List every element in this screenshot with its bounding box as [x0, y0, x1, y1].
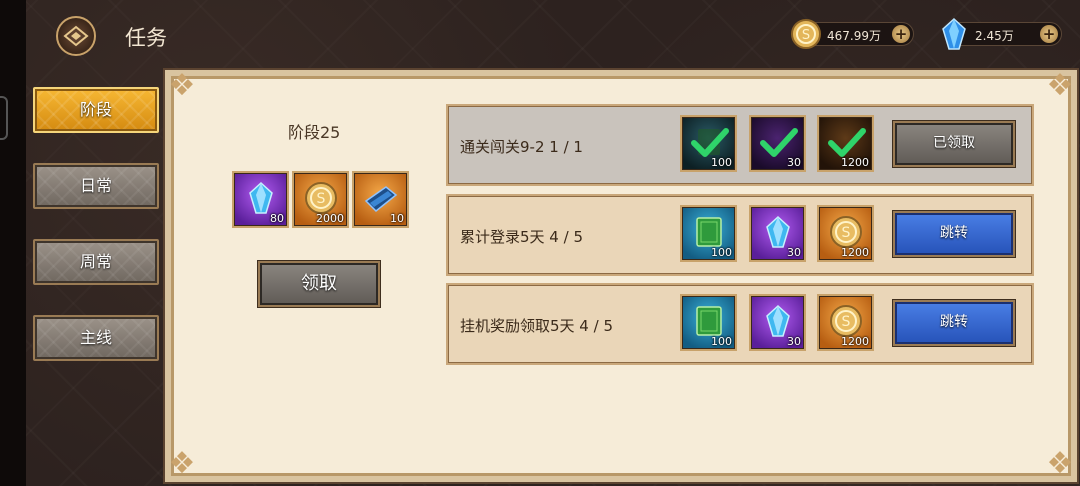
back-arrow-icon: [63, 25, 89, 47]
page-title: 任务: [125, 26, 167, 50]
quest-reward-item[interactable]: 100: [680, 205, 737, 262]
gold-currency-bar: S 467.99万 +: [791, 19, 914, 49]
gold-amount: 467.99万: [827, 29, 881, 43]
corner-ornament: ❖: [168, 68, 196, 103]
quest-description: 挂机奖励领取5天 4 / 5: [460, 317, 613, 335]
corner-ornament: ❖: [168, 446, 196, 481]
tab-main[interactable]: 主线: [33, 315, 159, 361]
stage-reward-item[interactable]: 10: [352, 171, 409, 228]
claimed-button[interactable]: 已领取: [893, 121, 1015, 167]
tab-stage[interactable]: 阶段: [33, 87, 159, 133]
gold-coin-icon: S: [791, 19, 821, 49]
jump-button[interactable]: 跳转: [893, 300, 1015, 346]
tab-weekly[interactable]: 周常: [33, 239, 159, 285]
item-quantity: 30: [787, 246, 801, 259]
jump-button[interactable]: 跳转: [893, 211, 1015, 257]
quest-reward-item[interactable]: 30: [749, 205, 806, 262]
gem-currency-bar: 2.45万 +: [942, 17, 1062, 50]
quest-reward-item[interactable]: 100: [680, 115, 737, 172]
quest-description: 累计登录5天 4 / 5: [460, 228, 583, 246]
blue-crystal-icon: [942, 17, 966, 50]
stage-title: 阶段25: [288, 123, 341, 142]
item-quantity: 1200: [841, 335, 869, 348]
quest-reward-item[interactable]: 100: [680, 294, 737, 351]
gem-amount: 2.45万: [975, 29, 1014, 43]
item-quantity: 80: [270, 212, 284, 225]
item-quantity: 100: [711, 156, 732, 169]
item-quantity: 30: [787, 335, 801, 348]
quest-reward-item[interactable]: S 1200: [817, 294, 874, 351]
quest-reward-item[interactable]: 30: [749, 115, 806, 172]
quest-description: 通关闯关9-2 1 / 1: [460, 138, 583, 156]
add-gem-button[interactable]: +: [1040, 25, 1058, 43]
svg-text:S: S: [802, 28, 810, 43]
item-quantity: 100: [711, 335, 732, 348]
svg-text:S: S: [842, 225, 851, 241]
tab-daily[interactable]: 日常: [33, 163, 159, 209]
back-button[interactable]: [56, 16, 96, 56]
item-quantity: 30: [787, 156, 801, 169]
item-quantity: 100: [711, 246, 732, 259]
notch: [0, 96, 8, 140]
item-quantity: 1200: [841, 156, 869, 169]
item-quantity: 10: [390, 212, 404, 225]
quest-reward-item[interactable]: 30: [749, 294, 806, 351]
item-quantity: 2000: [316, 212, 344, 225]
svg-text:S: S: [317, 191, 326, 207]
screen-edge: [0, 0, 26, 486]
claim-stage-button[interactable]: 领取: [258, 261, 380, 307]
quest-reward-item[interactable]: 1200: [817, 115, 874, 172]
quest-reward-item[interactable]: S 1200: [817, 205, 874, 262]
corner-ornament: ❖: [1046, 68, 1074, 103]
add-gold-button[interactable]: +: [892, 25, 910, 43]
svg-text:S: S: [842, 314, 851, 330]
stage-reward-item[interactable]: S 2000: [292, 171, 349, 228]
corner-ornament: ❖: [1046, 446, 1074, 481]
stage-reward-item[interactable]: 80: [232, 171, 289, 228]
item-quantity: 1200: [841, 246, 869, 259]
